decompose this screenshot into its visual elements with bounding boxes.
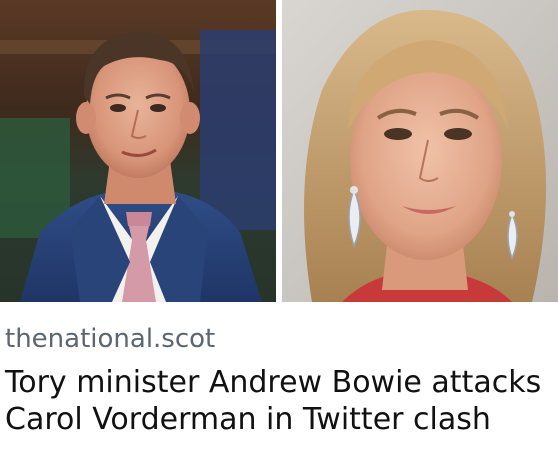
man-in-suit-photo (0, 0, 276, 302)
link-preview-card[interactable]: thenational.scot Tory minister Andrew Bo… (0, 0, 558, 453)
woman-with-earrings-photo (282, 0, 558, 302)
link-headline[interactable]: Tory minister Andrew Bowie attacks Carol… (5, 364, 553, 438)
link-domain[interactable]: thenational.scot (5, 322, 215, 356)
link-preview-images[interactable] (0, 0, 558, 302)
